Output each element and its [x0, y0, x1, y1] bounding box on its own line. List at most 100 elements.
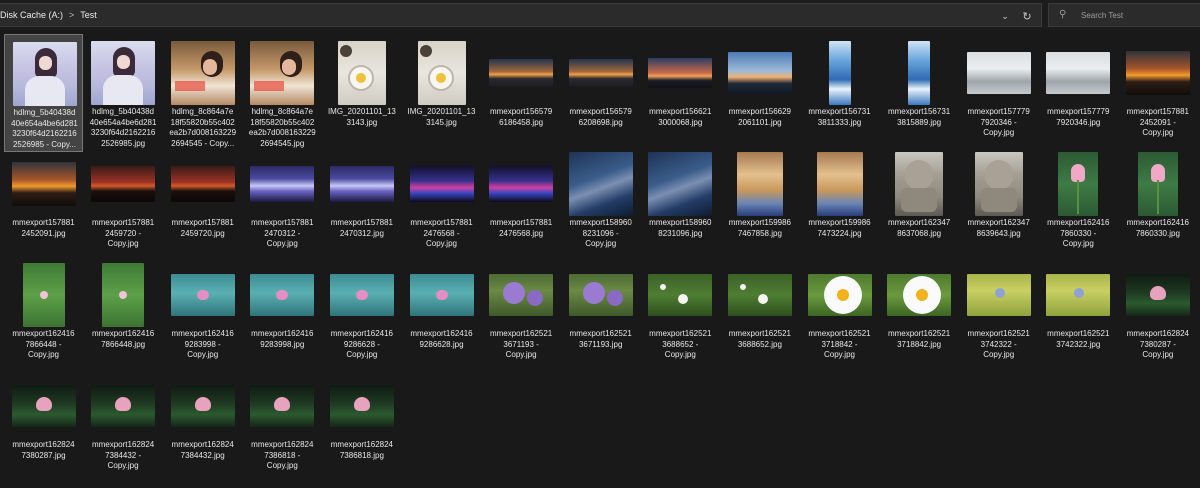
- file-item[interactable]: mmexport162416 9283998 - Copy.jpg: [163, 256, 242, 374]
- file-name: mmexport162521 3718842 - Copy.jpg: [808, 329, 871, 359]
- file-item[interactable]: mmexport157881 2470312 - Copy.jpg: [243, 145, 322, 263]
- breadcrumb-folder[interactable]: Test: [80, 10, 97, 20]
- image-thumbnail: [329, 166, 394, 202]
- file-item[interactable]: mmexport157881 2452091 - Copy.jpg: [1118, 34, 1197, 152]
- file-item[interactable]: mmexport162416 9286628 - Copy.jpg: [322, 256, 401, 374]
- file-name: mmexport162416 9286628 - Copy.jpg: [330, 329, 394, 359]
- file-item[interactable]: mmexport162416 7866448.jpg: [84, 256, 163, 374]
- file-item[interactable]: mmexport162521 3671193.jpg: [561, 256, 640, 374]
- file-item[interactable]: mmexport157779 7920346 - Copy.jpg: [959, 34, 1038, 152]
- file-name: mmexport159986 7467858.jpg: [728, 218, 792, 238]
- file-thumbnail-frame: [800, 261, 879, 329]
- file-item[interactable]: mmexport156731 3811333.jpg: [800, 34, 879, 152]
- file-item[interactable]: mmexport162521 3742322 - Copy.jpg: [959, 256, 1038, 374]
- file-item[interactable]: mmexport158960 8231096 - Copy.jpg: [561, 145, 640, 263]
- file-item[interactable]: mmexport162521 3718842.jpg: [880, 256, 959, 374]
- file-item[interactable]: mmexport162347 8639643.jpg: [959, 145, 1038, 263]
- file-name: mmexport157779 7920346.jpg: [1047, 107, 1110, 127]
- file-item[interactable]: mmexport162416 7860330 - Copy.jpg: [1039, 145, 1118, 263]
- chevron-down-icon[interactable]: ⌄: [997, 8, 1013, 24]
- file-thumbnail-frame: [402, 39, 481, 107]
- file-name: mmexport162521 3688652 - Copy.jpg: [649, 329, 712, 359]
- file-item[interactable]: mmexport157881 2459720.jpg: [163, 145, 242, 263]
- search-input[interactable]: [1081, 10, 1191, 20]
- refresh-icon[interactable]: ↻: [1019, 8, 1035, 24]
- file-name: mmexport162824 7386818.jpg: [330, 440, 394, 460]
- file-name: mmexport162824 7386818 - Copy.jpg: [251, 440, 314, 470]
- file-name: hdlmg_5b40438d 40e654a4be6d281 3230f64d2…: [11, 108, 78, 149]
- file-item[interactable]: mmexport162416 7866448 - Copy.jpg: [4, 256, 83, 374]
- address-bar[interactable]: Disk Cache (A:) > Test ⌄ ↻: [0, 3, 1042, 27]
- file-item[interactable]: hdlmg_8c864a7e 18f55820b55c402 ea2b7d008…: [163, 34, 242, 152]
- image-thumbnail: [250, 385, 315, 427]
- image-thumbnail: [250, 166, 315, 202]
- file-item[interactable]: mmexport157779 7920346.jpg: [1039, 34, 1118, 152]
- file-item[interactable]: mmexport162824 7384432 - Copy.jpg: [84, 367, 163, 485]
- breadcrumb-drive[interactable]: Disk Cache (A:): [0, 10, 63, 20]
- image-thumbnail: [895, 152, 944, 216]
- file-thumbnail-frame: [243, 150, 322, 218]
- file-item[interactable]: mmexport162347 8637068.jpg: [880, 145, 959, 263]
- file-thumbnail-frame: [84, 39, 163, 107]
- image-thumbnail: [329, 274, 394, 316]
- image-thumbnail: [102, 263, 145, 327]
- file-item[interactable]: mmexport162521 3671193 - Copy.jpg: [482, 256, 561, 374]
- file-name: mmexport157881 2452091 - Copy.jpg: [1126, 107, 1190, 137]
- image-thumbnail: [1058, 152, 1099, 216]
- file-item[interactable]: hdlmg_5b40438d 40e654a4be6d281 3230f64d2…: [4, 34, 83, 152]
- image-thumbnail: [568, 274, 633, 316]
- file-name: mmexport162416 9283998.jpg: [251, 329, 314, 349]
- file-item[interactable]: mmexport162521 3718842 - Copy.jpg: [800, 256, 879, 374]
- file-item[interactable]: mmexport162824 7386818 - Copy.jpg: [243, 367, 322, 485]
- file-thumbnail-frame: [800, 39, 879, 107]
- file-item[interactable]: mmexport162824 7386818.jpg: [322, 367, 401, 485]
- image-thumbnail: [727, 274, 792, 316]
- file-item[interactable]: mmexport157881 2476568 - Copy.jpg: [402, 145, 481, 263]
- file-thumbnail-frame: [880, 261, 959, 329]
- file-item[interactable]: mmexport157881 2459720 - Copy.jpg: [84, 145, 163, 263]
- file-thumbnail-frame: [800, 150, 879, 218]
- file-name: mmexport157881 2476568 - Copy.jpg: [410, 218, 473, 248]
- file-thumbnail-frame: [4, 372, 83, 440]
- file-item[interactable]: mmexport158960 8231096.jpg: [641, 145, 720, 263]
- file-item[interactable]: mmexport156579 6208698.jpg: [561, 34, 640, 152]
- file-item[interactable]: mmexport159986 7473224.jpg: [800, 145, 879, 263]
- file-item[interactable]: mmexport156579 6186458.jpg: [482, 34, 561, 152]
- file-thumbnail-frame: [5, 40, 84, 108]
- file-item[interactable]: mmexport159986 7467858.jpg: [720, 145, 799, 263]
- file-name: mmexport156731 3811333.jpg: [808, 107, 871, 127]
- file-item[interactable]: mmexport162824 7380287.jpg: [4, 367, 83, 485]
- file-item[interactable]: mmexport162416 7860330.jpg: [1118, 145, 1197, 263]
- file-item[interactable]: mmexport162416 9283998.jpg: [243, 256, 322, 374]
- file-name: mmexport159986 7473224.jpg: [808, 218, 871, 238]
- file-item[interactable]: mmexport156629 2061101.jpg: [720, 34, 799, 152]
- file-item[interactable]: mmexport162521 3742322.jpg: [1039, 256, 1118, 374]
- file-item[interactable]: mmexport157881 2470312.jpg: [322, 145, 401, 263]
- file-item[interactable]: mmexport157881 2452091.jpg: [4, 145, 83, 263]
- file-thumbnail-frame: [720, 150, 799, 218]
- file-thumbnail-frame: [561, 150, 640, 218]
- file-item[interactable]: mmexport162416 9286628.jpg: [402, 256, 481, 374]
- image-thumbnail: [417, 41, 466, 105]
- file-item[interactable]: mmexport162824 7384432.jpg: [163, 367, 242, 485]
- file-item[interactable]: mmexport156621 3000068.jpg: [641, 34, 720, 152]
- file-item[interactable]: mmexport156731 3815889.jpg: [880, 34, 959, 152]
- file-name: mmexport162347 8639643.jpg: [967, 218, 1030, 238]
- file-item[interactable]: IMG_20201101_13 3143.jpg: [322, 34, 401, 152]
- file-item[interactable]: mmexport157881 2476568.jpg: [482, 145, 561, 263]
- file-name: mmexport162824 7380287.jpg: [12, 440, 75, 460]
- image-thumbnail: [12, 42, 77, 106]
- file-item[interactable]: mmexport162521 3688652 - Copy.jpg: [641, 256, 720, 374]
- file-item[interactable]: mmexport162521 3688652.jpg: [720, 256, 799, 374]
- search-box[interactable]: ⚲: [1048, 3, 1200, 27]
- file-thumbnail-frame: [720, 261, 799, 329]
- file-item[interactable]: hdlmg_5b40438d 40e654a4be6d281 3230f64d2…: [84, 34, 163, 152]
- file-name: mmexport156621 3000068.jpg: [649, 107, 712, 127]
- file-item[interactable]: hdlmg_8c864a7e 18f55820b55c402 ea2b7d008…: [243, 34, 322, 152]
- file-item[interactable]: IMG_20201101_13 3145.jpg: [402, 34, 481, 152]
- file-thumbnail-frame: [641, 39, 720, 107]
- chevron-right-icon: >: [69, 10, 75, 20]
- image-thumbnail: [736, 152, 783, 216]
- file-thumbnail-frame: [163, 261, 242, 329]
- file-item[interactable]: mmexport162824 7380287 - Copy.jpg: [1118, 256, 1197, 374]
